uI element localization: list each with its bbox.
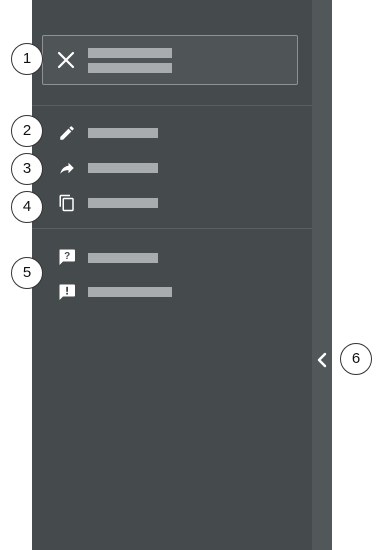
close-title-placeholder xyxy=(88,48,172,58)
callout-marker: 3 xyxy=(11,153,43,185)
section-divider xyxy=(32,228,312,229)
help-chat-icon: ? xyxy=(59,249,75,265)
screenshot-stage: ? 1 2 3 4 5 6 xyxy=(0,0,387,550)
panel-collapse-rail[interactable] xyxy=(312,0,332,550)
callout-marker: 1 xyxy=(11,43,43,75)
callout-marker: 5 xyxy=(11,257,43,289)
share-label-placeholder xyxy=(88,163,158,173)
callout-marker: 2 xyxy=(11,115,43,147)
help-label-placeholder xyxy=(88,253,158,263)
callout-marker: 6 xyxy=(340,343,372,375)
section-divider xyxy=(32,105,312,106)
share-arrow-icon xyxy=(60,162,74,174)
report-label-placeholder xyxy=(88,287,172,297)
copy-label-placeholder xyxy=(88,198,158,208)
callout-marker: 4 xyxy=(11,191,43,223)
close-subtitle-placeholder xyxy=(88,63,172,73)
report-chat-icon xyxy=(59,284,75,300)
edit-label-placeholder xyxy=(88,128,158,138)
close-icon[interactable] xyxy=(57,51,75,69)
pencil-icon xyxy=(60,126,74,140)
collapse-panel-button[interactable] xyxy=(313,348,331,372)
close-panel-item[interactable] xyxy=(42,35,298,85)
chevron-left-icon xyxy=(317,352,327,368)
copy-icon xyxy=(59,194,74,212)
svg-text:?: ? xyxy=(64,251,70,262)
